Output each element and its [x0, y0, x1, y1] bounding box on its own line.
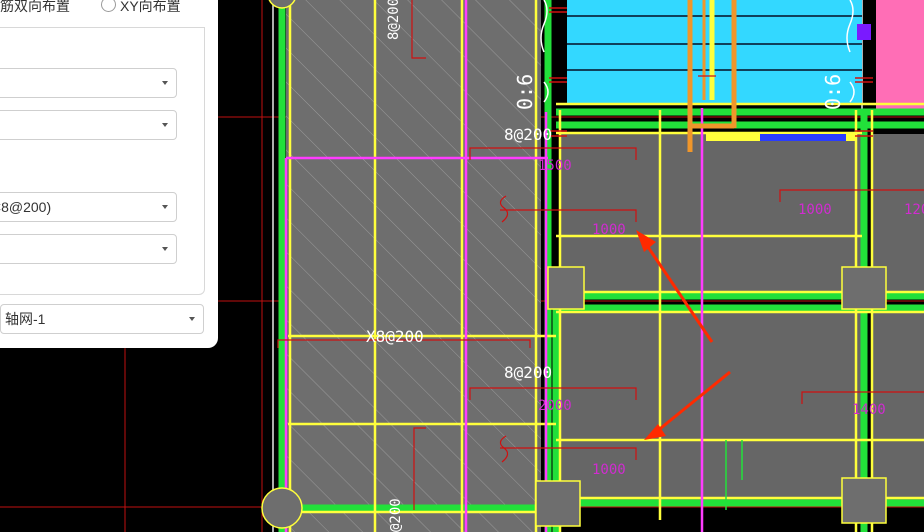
round-column[interactable]	[261, 487, 303, 529]
dropdown-3-value: C8@200)	[0, 199, 52, 215]
rebar-label: @200	[388, 498, 404, 532]
slab-thickness-label: 0:6	[821, 74, 845, 110]
dropdown-3[interactable]: C8@200)	[0, 192, 177, 222]
dimension-text: 1000	[592, 222, 626, 238]
radio-bidirectional-label[interactable]: 钢筋双向布置	[0, 0, 70, 16]
axis-grid-select-value: 轴网-1	[5, 311, 46, 327]
dropdown-2[interactable]	[0, 110, 177, 140]
chevron-down-icon	[162, 205, 168, 209]
rebar-settings-group: C8@200)	[0, 27, 205, 295]
dropdown-4[interactable]	[0, 234, 177, 264]
rebar-label: 8@200	[504, 125, 552, 144]
pink-region[interactable]	[876, 0, 924, 110]
dimension-text: 1000	[798, 202, 832, 218]
dimension-text: 1500	[538, 158, 572, 174]
slab-thickness-label: 0:6	[513, 74, 537, 110]
chevron-down-icon	[189, 317, 195, 321]
chevron-down-icon	[162, 81, 168, 85]
slab-rebar-panel: 钢筋双向布置 XY向布置 C8@200) 轴网-1	[0, 0, 218, 348]
rebar-label: 8@200	[504, 363, 552, 382]
dimension-text: 1000	[592, 462, 626, 478]
rebar-label: 8@200	[386, 0, 402, 40]
chevron-down-icon	[162, 247, 168, 251]
radio-xy-button[interactable]	[101, 0, 116, 12]
dimension-text: 120	[904, 202, 924, 218]
rebar-label: X8@200	[366, 327, 424, 346]
dropdown-1[interactable]	[0, 68, 177, 98]
chevron-down-icon	[162, 123, 168, 127]
dimension-text: 2000	[538, 398, 572, 414]
radio-xy-label[interactable]: XY向布置	[120, 0, 181, 16]
layout-radio-group: 钢筋双向布置 XY向布置	[0, 0, 218, 16]
dimension-text: 1400	[852, 402, 886, 418]
axis-grid-select[interactable]: 轴网-1	[0, 304, 204, 334]
